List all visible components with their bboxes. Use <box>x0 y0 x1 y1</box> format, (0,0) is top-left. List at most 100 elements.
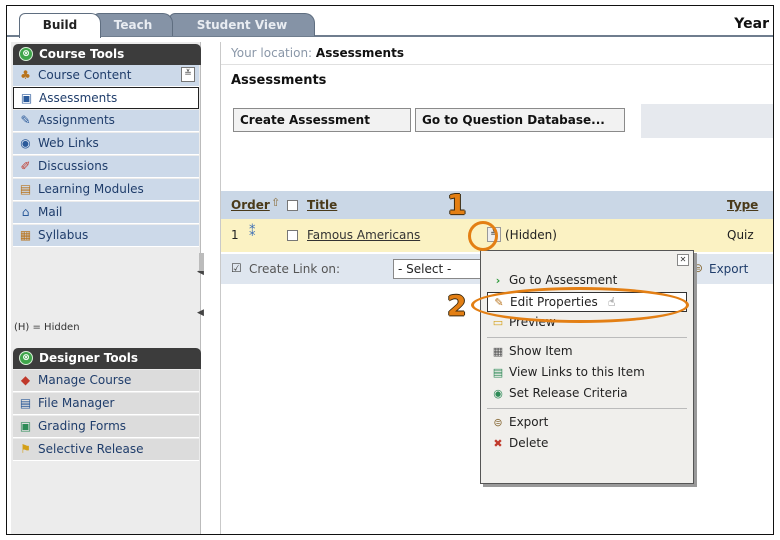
menu-item-label: Delete <box>509 436 549 450</box>
breadcrumb-prefix: Your location: <box>231 46 313 60</box>
sidebar-item-assignments[interactable]: ✎ Assignments <box>13 110 199 132</box>
menu-item-label: Go to Assessment <box>509 273 618 287</box>
release-criteria-icon: ◉ <box>493 387 503 400</box>
sidebar-item-label: Assessments <box>39 91 118 105</box>
course-tools-header[interactable]: ⊗ Course Tools <box>13 44 201 65</box>
table-header: Order ⇧ Title Type <box>221 191 773 219</box>
menu-divider <box>487 408 687 409</box>
row-title-link[interactable]: Famous Americans <box>307 228 420 242</box>
sort-icon[interactable]: ⇧ <box>271 196 280 209</box>
export-icon: ⊜ <box>493 416 503 429</box>
assignments-icon: ✎ <box>20 113 31 127</box>
collapse-sidebar-icon[interactable]: ◀ <box>197 308 204 318</box>
hidden-legend: (H) = Hidden <box>14 322 80 333</box>
sidebar-item-label: Discussions <box>38 159 109 173</box>
sidebar-item-label: Syllabus <box>38 228 89 242</box>
sidebar-item-label: Selective Release <box>38 442 144 456</box>
menu-item-export[interactable]: ⊜ Export <box>487 413 687 433</box>
menu-item-label: Set Release Criteria <box>509 386 628 400</box>
create-link-label: Create Link on: <box>249 262 341 276</box>
sidebar-item-learning-modules[interactable]: ▤ Learning Modules <box>13 179 199 201</box>
expand-icon[interactable]: ≚ <box>181 67 195 82</box>
sidebar-item-label: File Manager <box>38 396 115 410</box>
sidebar-item-label: Grading Forms <box>38 419 127 433</box>
sidebar-item-discussions[interactable]: ✐ Discussions <box>13 156 199 178</box>
designer-tools-header[interactable]: ⊗ Designer Tools <box>13 348 201 369</box>
syllabus-icon: ▦ <box>19 228 32 242</box>
close-icon[interactable]: ✕ <box>677 254 689 266</box>
sidebar-item-label: Web Links <box>38 136 99 150</box>
export-icon[interactable]: ⊜ <box>693 261 703 275</box>
breadcrumb-current: Assessments <box>315 46 404 60</box>
row-status: (Hidden) <box>505 228 557 242</box>
sidebar-item-label: Assignments <box>38 113 115 127</box>
toolbar-filler <box>641 104 773 138</box>
web-links-icon: ◉ <box>20 136 31 150</box>
course-tools-label: Course Tools <box>39 47 125 61</box>
order-column-header[interactable]: Order <box>231 198 270 212</box>
menu-item-label: View Links to this Item <box>509 365 645 379</box>
create-link-select[interactable]: - Select - <box>393 259 481 279</box>
discussions-icon: ✐ <box>20 159 31 173</box>
tab-build[interactable]: Build <box>19 13 101 38</box>
sidebar-scroll-handle[interactable] <box>199 253 204 271</box>
sidebar-item-file-manager[interactable]: ▤ File Manager <box>13 393 199 415</box>
menu-item-show-item[interactable]: ▦ Show Item <box>487 342 687 362</box>
sidebar-item-label: Manage Course <box>38 373 132 387</box>
title-column-header[interactable]: Title <box>307 198 337 212</box>
manage-course-icon: ◆ <box>20 373 31 387</box>
row-order: 1 <box>231 228 239 242</box>
arrow-right-icon: › <box>495 274 501 287</box>
sidebar-item-mail[interactable]: ⌂ Mail <box>13 202 199 224</box>
drag-handle-icon[interactable]: ⁑ <box>249 225 256 240</box>
course-content-icon: ♣ <box>20 68 31 82</box>
tab-student-view[interactable]: Student View <box>169 13 315 36</box>
type-column-header[interactable]: Type <box>727 198 758 212</box>
create-assessment-button[interactable]: Create Assessment <box>233 108 411 132</box>
sidebar-item-label: Mail <box>38 205 63 219</box>
preview-icon: ▭ <box>492 316 504 329</box>
assessments-icon: ▣ <box>20 91 33 105</box>
sidebar-item-syllabus[interactable]: ▦ Syllabus <box>13 225 199 247</box>
sidebar: ⊗ Course Tools ♣ Course Content ≚ ▣ Asse… <box>11 42 201 534</box>
app-frame: Student View Teach Build Year ⊗ Course T… <box>6 5 774 535</box>
export-link[interactable]: Export <box>709 262 748 276</box>
sidebar-item-grading-forms[interactable]: ▣ Grading Forms <box>13 416 199 438</box>
menu-item-label: Export <box>509 415 549 429</box>
menu-item-view-links[interactable]: ▤ View Links to this Item <box>487 363 687 383</box>
collapse-icon[interactable]: ⊗ <box>19 351 33 365</box>
mail-icon: ⌂ <box>21 205 30 219</box>
grading-forms-icon: ▣ <box>19 419 32 433</box>
designer-tools-label: Designer Tools <box>39 351 139 365</box>
delete-icon: ✖ <box>493 437 503 450</box>
menu-item-delete[interactable]: ✖ Delete <box>487 434 687 454</box>
sidebar-item-manage-course[interactable]: ◆ Manage Course <box>13 370 199 392</box>
sidebar-item-course-content[interactable]: ♣ Course Content ≚ <box>13 65 199 87</box>
go-to-question-database-button[interactable]: Go to Question Database... <box>415 108 625 132</box>
sidebar-item-assessments[interactable]: ▣ Assessments <box>13 87 199 109</box>
view-links-icon: ▤ <box>492 366 504 379</box>
callout-step-2: 2 <box>447 289 467 322</box>
sidebar-item-selective-release[interactable]: ⚑ Selective Release <box>13 439 199 461</box>
sidebar-item-web-links[interactable]: ◉ Web Links <box>13 133 199 155</box>
row-checkbox[interactable] <box>287 230 298 241</box>
show-item-icon: ▦ <box>492 345 504 358</box>
callout-step-1: 1 <box>447 188 467 221</box>
callout-circle <box>468 221 498 251</box>
collapse-icon[interactable]: ⊗ <box>19 47 33 61</box>
create-link-icon: ☑ <box>231 261 242 275</box>
tab-teach[interactable]: Teach <box>93 13 173 36</box>
menu-item-label: Show Item <box>509 344 573 358</box>
file-manager-icon: ▤ <box>19 396 32 410</box>
action-toolbar: Create Assessment Go to Question Databas… <box>221 98 773 138</box>
menu-divider <box>487 337 687 338</box>
callout-oval <box>471 287 689 323</box>
sidebar-item-label: Learning Modules <box>38 182 144 196</box>
selective-release-icon: ⚑ <box>20 442 31 456</box>
select-all-checkbox[interactable] <box>287 200 298 211</box>
page-heading-right: Year <box>734 16 769 32</box>
menu-item-set-release-criteria[interactable]: ◉ Set Release Criteria <box>487 384 687 404</box>
row-type: Quiz <box>727 228 754 242</box>
sidebar-item-label: Course Content <box>38 68 132 82</box>
learning-modules-icon: ▤ <box>19 182 32 196</box>
